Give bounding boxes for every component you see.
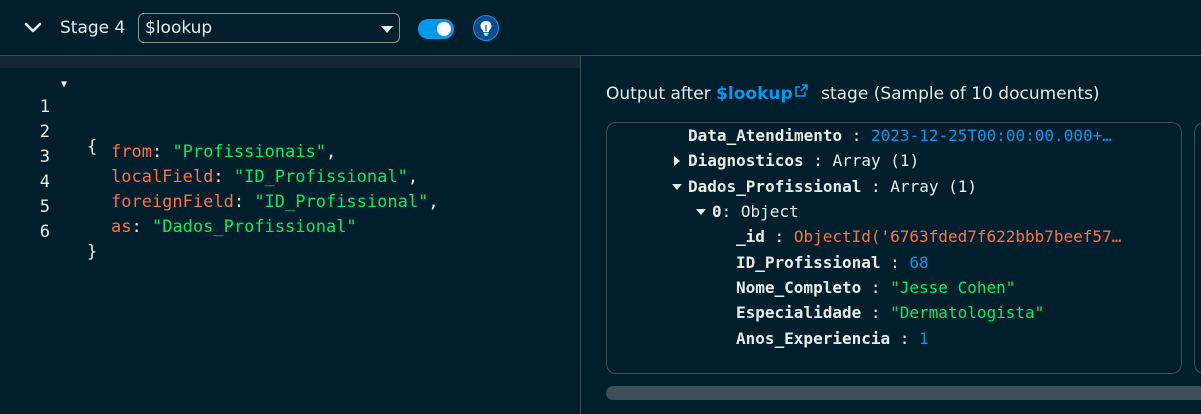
stage-docs-link[interactable]: $lookup (716, 84, 793, 104)
doc-field-value: 2023-12-25T00:00:00.000+… (871, 126, 1112, 145)
close-brace: } (87, 242, 98, 262)
fold-caret-icon[interactable]: ▼ (61, 79, 67, 90)
doc-field-key: Especialidade (736, 303, 862, 322)
doc-field-value: Array (1) (832, 151, 920, 170)
doc-field-key: Diagnosticos (688, 151, 804, 170)
output-title-prefix: Output after (606, 84, 711, 104)
doc-field-value: "Jesse Cohen" (890, 278, 1016, 297)
doc-field-key: Anos_Experiencia (736, 329, 891, 348)
toggle-knob (437, 22, 451, 36)
collapse-caret-icon[interactable] (696, 209, 706, 215)
collapse-caret-icon[interactable] (672, 184, 682, 190)
horizontal-scrollbar[interactable] (606, 386, 1201, 400)
lightbulb-icon[interactable] (473, 15, 499, 41)
stage-header: Stage 4 $lookup (0, 0, 1201, 56)
code-line[interactable]: 6 } (0, 202, 580, 262)
doc-field-row[interactable]: _id : ObjectId('6763fded7f622bbb7beef57… (736, 227, 1121, 251)
code-line[interactable]: 1 ▼ { (0, 77, 580, 157)
doc-field-value: 1 (919, 329, 929, 348)
doc-field-value: Array (1) (890, 177, 977, 196)
code-line[interactable]: 4 foreignField: "ID_Profissional", (0, 152, 580, 212)
doc-field-row[interactable]: Nome_Completo : "Jesse Cohen" (736, 278, 1015, 302)
stage-label: Stage 4 (60, 18, 126, 38)
stage-output-panel: Output after $lookup stage (Sample of 10… (582, 56, 1201, 414)
doc-field-key: Data_Atendimento (688, 126, 843, 145)
doc-field-key: _id (736, 227, 765, 246)
doc-field-row[interactable]: Anos_Experiencia : 1 (736, 329, 929, 353)
document-card[interactable]: Data_Atendimento : 2023-12-25T00:00:00.0… (606, 122, 1182, 374)
doc-field-row[interactable]: Dados_Profissional : Array (1) (672, 177, 977, 201)
stage-enabled-toggle[interactable] (418, 19, 454, 39)
code-line[interactable]: 5 as: "Dados_Profissional" (0, 177, 580, 237)
doc-field-row[interactable]: Data_Atendimento : 2023-12-25T00:00:00.0… (688, 126, 1112, 150)
doc-field-value: 68 (909, 253, 929, 272)
chevron-down-icon[interactable] (24, 22, 42, 34)
doc-field-key: Nome_Completo (736, 278, 862, 297)
output-title-suffix: stage (Sample of 10 documents) (821, 84, 1100, 104)
doc-field-key: ID_Profissional (736, 253, 881, 272)
output-title: Output after $lookup stage (Sample of 10… (606, 84, 1100, 104)
code-line[interactable]: 3 localField: "ID_Profissional", (0, 127, 580, 187)
doc-field-value: "Dermatologista" (890, 303, 1045, 322)
doc-field-row[interactable]: Especialidade : "Dermatologista" (736, 303, 1044, 327)
doc-field-row[interactable]: 0: Object (696, 202, 799, 226)
stage-operator-select[interactable]: $lookup (138, 13, 400, 43)
doc-field-value: ObjectId('6763fded7f622bbb7beef57… (793, 227, 1122, 246)
doc-field-key: Dados_Profissional (688, 177, 862, 196)
doc-field-key: 0 (712, 202, 722, 221)
caret-down-icon (381, 26, 393, 33)
next-document-card[interactable] (1194, 122, 1201, 374)
doc-field-value: Object (740, 202, 799, 221)
doc-field-row[interactable]: Diagnosticos : Array (1) (674, 151, 920, 175)
external-link-icon[interactable] (794, 84, 808, 97)
line-number: 6 (39, 222, 50, 242)
stage-operator-value: $lookup (145, 18, 213, 38)
expand-caret-icon[interactable] (674, 156, 680, 166)
doc-field-row[interactable]: ID_Profissional : 68 (736, 253, 929, 277)
editor-top-bar (0, 56, 580, 68)
code-line[interactable]: 2 from: "Profissionais", (0, 102, 580, 162)
stage-code-editor[interactable]: 1 ▼ { 2 from: "Profissionais", 3 localFi… (0, 56, 581, 414)
